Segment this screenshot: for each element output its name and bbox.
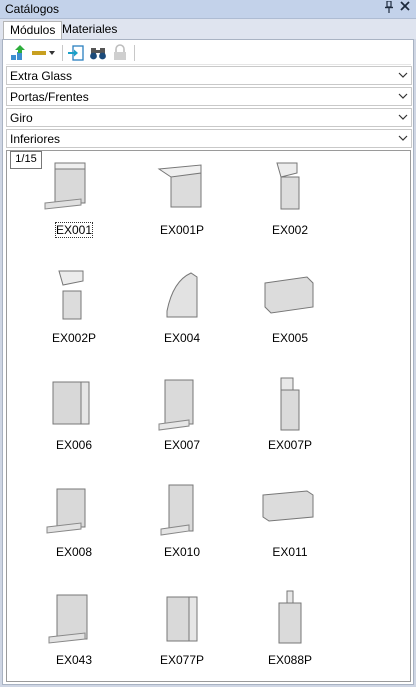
module-item[interactable]: EX004 xyxy=(129,261,235,365)
dropdown-position-value: Inferiores xyxy=(10,132,61,146)
profile-thumbnail xyxy=(46,488,86,534)
module-item[interactable]: EX007 xyxy=(129,368,235,472)
catalog-panel: Extra Glass Portas/Frentes Giro Inferior… xyxy=(2,39,414,685)
module-item[interactable]: EX010 xyxy=(129,475,235,579)
module-code-label: EX088P xyxy=(267,653,313,667)
dropdown-type[interactable]: Portas/Frentes xyxy=(6,87,412,106)
dropdown-subtype-value: Giro xyxy=(10,111,33,125)
profile-thumbnail xyxy=(160,484,194,536)
module-item[interactable]: EX002P xyxy=(21,261,127,365)
module-code-label: EX002 xyxy=(271,223,309,237)
profile-thumbnail xyxy=(166,272,198,318)
toolbar xyxy=(6,42,411,65)
module-item[interactable]: EX007P xyxy=(237,368,343,472)
title-bar: Catálogos xyxy=(0,0,416,19)
dropdown-subtype[interactable]: Giro xyxy=(6,108,412,127)
profile-thumbnail xyxy=(157,164,202,208)
chevron-down-icon xyxy=(398,72,408,78)
profile-thumbnail xyxy=(58,270,84,320)
profile-thumbnail xyxy=(262,490,314,522)
profile-thumbnail xyxy=(48,594,88,644)
pin-icon[interactable] xyxy=(382,0,396,15)
dropdown-position[interactable]: Inferiores xyxy=(6,129,412,148)
module-code-label: EX011 xyxy=(272,545,308,559)
module-item[interactable]: EX001 xyxy=(21,153,127,257)
module-item[interactable]: EX002 xyxy=(237,153,343,257)
profile-thumbnail xyxy=(264,276,314,314)
close-icon[interactable] xyxy=(398,1,412,15)
lock-disabled-icon[interactable] xyxy=(110,43,130,63)
module-item[interactable]: EX006 xyxy=(21,368,127,472)
chevron-down-icon xyxy=(398,135,408,141)
module-code-label: EX007P xyxy=(267,438,313,452)
module-code-label: EX010 xyxy=(163,545,201,559)
chevron-down-icon xyxy=(398,93,408,99)
module-code-label: EX043 xyxy=(55,653,93,667)
module-item[interactable]: EX077P xyxy=(129,583,235,681)
module-item[interactable]: EX005 xyxy=(237,261,343,365)
dropdown-type-value: Portas/Frentes xyxy=(10,90,89,104)
import-icon[interactable] xyxy=(66,43,86,63)
module-code-label: EX008 xyxy=(55,545,93,559)
tab-strip: Módulos Materiales xyxy=(0,19,416,39)
module-item[interactable]: EX008 xyxy=(21,475,127,579)
tab-modulos[interactable]: Módulos xyxy=(3,21,63,39)
binoculars-icon[interactable] xyxy=(88,43,108,63)
module-item[interactable]: EX088P xyxy=(237,583,343,681)
module-code-label: EX002P xyxy=(51,331,97,345)
add-green-icon[interactable] xyxy=(8,43,28,63)
module-code-label: EX004 xyxy=(163,331,201,345)
profile-thumbnail xyxy=(280,377,300,431)
profile-thumbnail xyxy=(278,590,302,644)
module-item[interactable]: EX011 xyxy=(237,475,343,579)
dash-dropdown-icon[interactable] xyxy=(30,43,58,63)
profile-thumbnail xyxy=(276,162,300,210)
module-code-label: EX001P xyxy=(159,223,205,237)
module-code-label: EX007 xyxy=(163,438,201,452)
chevron-down-icon xyxy=(398,114,408,120)
window-title: Catálogos xyxy=(5,2,60,16)
profile-thumbnail xyxy=(166,596,198,642)
dropdown-line[interactable]: Extra Glass xyxy=(6,66,412,85)
profile-thumbnail xyxy=(158,379,194,431)
module-item[interactable]: EX043 xyxy=(21,583,127,681)
module-code-label: EX077P xyxy=(159,653,205,667)
tab-materiales[interactable]: Materiales xyxy=(56,21,123,39)
dropdown-line-value: Extra Glass xyxy=(10,69,73,83)
module-code-label: EX005 xyxy=(271,331,309,345)
module-code-label: EX001 xyxy=(54,222,94,238)
module-code-label: EX006 xyxy=(55,438,93,452)
module-grid: 1/15 EX001 EX001P EX002 EX002P EX004 EX005 EX0… xyxy=(6,150,411,682)
profile-thumbnail xyxy=(52,381,90,425)
module-item[interactable]: EX001P xyxy=(129,153,235,257)
profile-thumbnail xyxy=(44,162,86,210)
